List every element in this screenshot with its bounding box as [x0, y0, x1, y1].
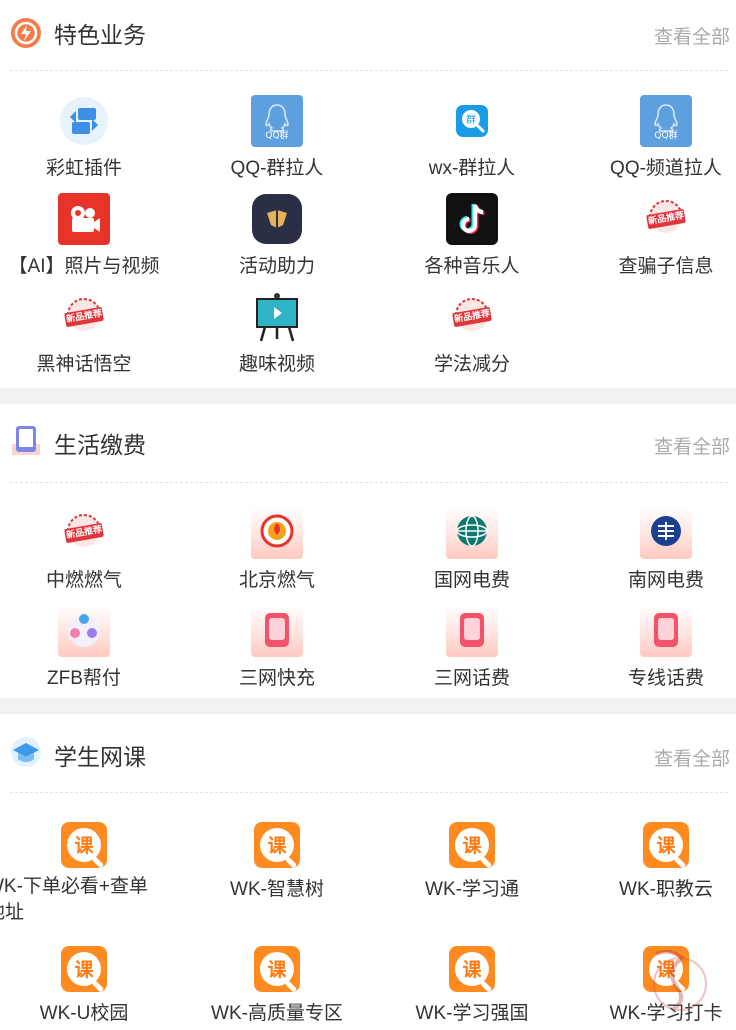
graduation-cap-icon	[11, 737, 41, 767]
view-all-link[interactable]: 查看全部	[654, 22, 730, 49]
group-search-icon: 群	[446, 95, 498, 147]
phone-bill-icon	[12, 426, 40, 455]
grid-item[interactable]: 新品推荐 中燃燃气	[0, 507, 176, 592]
item-label: ZFB帮付	[47, 668, 121, 689]
course-icon: 课	[643, 822, 689, 869]
grid-item[interactable]: 课 WK-U校园	[0, 943, 176, 1025]
grid-item[interactable]: 课 WK-学习通	[380, 819, 564, 901]
item-label: QQ-频道拉人	[610, 158, 722, 179]
grid-item[interactable]: ZFB帮付	[0, 605, 176, 690]
grid-item[interactable]: 国网电费	[380, 507, 564, 592]
gas-icon	[251, 507, 303, 559]
grid-item[interactable]: 专线话费	[574, 605, 736, 690]
grid-item[interactable]: 课 WK-下单必看+查单地址	[0, 819, 176, 926]
item-label: WK-U校园	[39, 1003, 129, 1024]
watermark-seal-icon	[653, 949, 707, 1012]
view-all-link[interactable]: 查看全部	[654, 744, 730, 771]
item-label: 专线话费	[627, 668, 704, 689]
item-label: 中燃燃气	[45, 570, 122, 591]
course-icon: 课	[449, 822, 495, 869]
lightning-icon	[11, 18, 41, 48]
item-label: WK-职教云	[619, 879, 713, 900]
grid-item[interactable]: 北京燃气	[185, 507, 369, 592]
phone-icon	[640, 605, 692, 657]
view-all-link[interactable]: 查看全部	[654, 432, 730, 459]
section-online-courses: 学生网课 查看全部 课 WK-下单必看+查单地址 课 WK-智慧树 课 WK-学…	[0, 714, 736, 1030]
new-badge-icon: 新品推荐	[58, 507, 110, 559]
course-icon: 课	[449, 946, 495, 993]
section-header: 学生网课 查看全部	[10, 714, 730, 793]
item-label: 黑神话悟空	[36, 354, 132, 375]
svg-text:群: 群	[466, 113, 476, 126]
item-label: WK-高质量专区	[211, 1003, 343, 1024]
item-label: 三网话费	[433, 668, 510, 689]
grid-item[interactable]: 新品推荐 查骗子信息	[574, 193, 736, 278]
grid-item[interactable]: 课 WK-智慧树	[185, 819, 369, 901]
item-label: 各种音乐人	[424, 256, 520, 277]
item-label: 国网电费	[433, 570, 510, 591]
item-label: WK-学习强国	[415, 1003, 529, 1024]
phone-icon	[446, 605, 498, 657]
item-label: 【AI】照片与视频	[8, 256, 160, 277]
qq-group-text: QQ群	[654, 131, 678, 141]
grid-item[interactable]: QQ群 QQ-频道拉人	[574, 95, 736, 180]
grid-item[interactable]: 三网快充	[185, 605, 369, 690]
section-header: 特色业务 查看全部	[10, 0, 730, 71]
grid-item[interactable]: 新品推荐 黑神话悟空	[0, 291, 176, 376]
item-label: wx-群拉人	[428, 158, 516, 179]
swap-icon	[58, 95, 110, 147]
course-icon: 课	[254, 946, 300, 993]
bubbles-icon	[58, 605, 110, 657]
grid-item[interactable]: 新品推荐 学法减分	[380, 291, 564, 376]
grid-item[interactable]: 群 wx-群拉人	[380, 95, 564, 180]
section-title: 生活缴费	[54, 432, 146, 458]
course-icon: 课	[254, 822, 300, 869]
course-icon: 课	[61, 946, 107, 993]
grid-item[interactable]: 课 WK-学习强国	[380, 943, 564, 1025]
new-badge-icon: 新品推荐	[58, 291, 110, 343]
grid-item[interactable]: 南网电费	[574, 507, 736, 592]
board-icon	[251, 291, 303, 343]
section-divider	[0, 388, 736, 404]
grid-item[interactable]: 各种音乐人	[380, 193, 564, 278]
south-grid-icon	[640, 507, 692, 559]
grid-item[interactable]: QQ群 QQ-群拉人	[185, 95, 369, 180]
item-label: WK-下单必看+查单地址	[0, 876, 149, 923]
item-label: 查骗子信息	[618, 256, 714, 277]
item-label: WK-学习通	[425, 879, 519, 900]
item-label: 南网电费	[627, 570, 704, 591]
grid-item[interactable]: 三网话费	[380, 605, 564, 690]
item-label: QQ-群拉人	[230, 158, 324, 179]
section-title: 特色业务	[54, 22, 146, 48]
section-header: 生活缴费 查看全部	[10, 404, 730, 483]
item-label: 活动助力	[238, 256, 315, 277]
section-featured: 特色业务 查看全部 彩虹插件 QQ群 QQ-群拉人 群 wx-群拉人 QQ群 Q…	[0, 0, 736, 388]
grid-item[interactable]: 活动助力	[185, 193, 369, 278]
activity-icon	[251, 193, 303, 245]
section-title: 学生网课	[54, 744, 146, 770]
item-label: 彩虹插件	[45, 158, 122, 179]
item-label: 趣味视频	[238, 354, 315, 375]
section-divider	[0, 698, 736, 714]
state-grid-icon	[446, 507, 498, 559]
grid-item[interactable]: 彩虹插件	[0, 95, 176, 180]
item-label: 北京燃气	[238, 570, 315, 591]
qq-group-text: QQ群	[265, 131, 289, 141]
qq-group-icon: QQ群	[640, 95, 692, 147]
grid-item[interactable]: 趣味视频	[185, 291, 369, 376]
new-badge-icon: 新品推荐	[640, 193, 692, 245]
item-label: 学法减分	[433, 354, 510, 375]
item-label: WK-智慧树	[230, 879, 324, 900]
course-icon: 课	[61, 822, 107, 869]
tiktok-icon	[446, 193, 498, 245]
camera-icon	[58, 193, 110, 245]
grid-item[interactable]: 【AI】照片与视频	[0, 193, 176, 278]
new-badge-icon: 新品推荐	[446, 291, 498, 343]
phone-icon	[251, 605, 303, 657]
qq-group-icon: QQ群	[251, 95, 303, 147]
item-label: 三网快充	[238, 668, 315, 689]
grid-item[interactable]: 课 WK-高质量专区	[185, 943, 369, 1025]
grid-item[interactable]: 课 WK-职教云	[574, 819, 736, 901]
section-life-payment: 生活缴费 查看全部 新品推荐 中燃燃气 北京燃气 国网电费 南网电费 ZFB帮付…	[0, 404, 736, 698]
